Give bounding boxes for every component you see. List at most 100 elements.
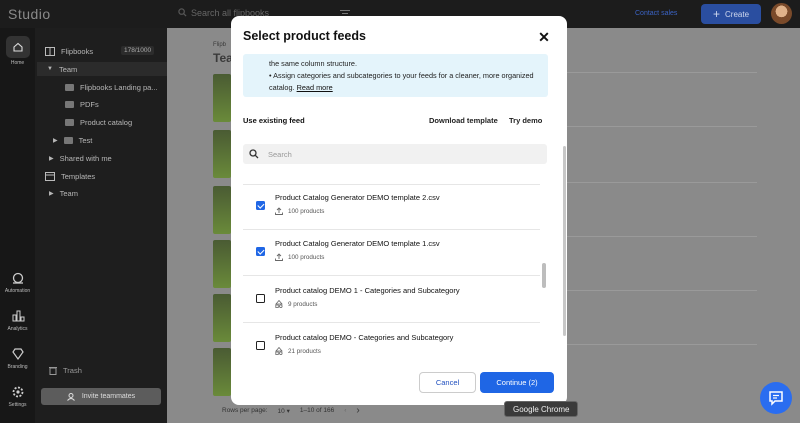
folder-icon xyxy=(65,118,74,126)
info-text: catalog. xyxy=(269,83,295,92)
caret-right-icon: ▶ xyxy=(49,155,54,162)
flipbook-thumbnail[interactable] xyxy=(213,348,231,396)
list-item[interactable]: Product catalog DEMO 1 - Categories and … xyxy=(243,279,540,323)
rows-per-page-label: Rows per page: xyxy=(222,407,268,414)
invite-teammates-button[interactable]: Invite teammates xyxy=(41,388,161,405)
trash-icon xyxy=(49,367,57,375)
rail-settings-label: Settings xyxy=(8,402,27,408)
feed-checkbox[interactable] xyxy=(256,294,265,303)
page-title: Tea xyxy=(213,51,233,65)
feed-product-count: 100 products xyxy=(288,253,325,261)
list-item[interactable]: Product catalog DEMO - Categories and Su… xyxy=(243,326,540,364)
analytics-icon xyxy=(12,310,24,322)
rail-branding-label: Branding xyxy=(7,364,28,370)
chat-button[interactable] xyxy=(760,382,792,414)
sidebar-item-templates-team[interactable]: ▶ Team xyxy=(49,186,78,200)
feed-checkbox[interactable] xyxy=(256,201,265,210)
tooltip: Google Chrome xyxy=(504,401,579,417)
contact-sales-link[interactable]: Contact sales xyxy=(635,10,677,17)
sidebar-item-templates[interactable]: Templates xyxy=(45,169,95,183)
folder-icon xyxy=(63,136,73,144)
flipbook-thumbnail[interactable] xyxy=(213,294,231,342)
list-item[interactable]: Product Catalog Generator DEMO template … xyxy=(243,232,540,276)
chevron-left-icon[interactable]: ‹ xyxy=(344,407,346,414)
info-text-line: catalog. Read more xyxy=(269,82,540,94)
caret-down-icon: ▼ xyxy=(47,66,53,72)
list-item[interactable]: Product Catalog Generator DEMO template … xyxy=(243,186,540,230)
sidebar-item-flipbooks[interactable]: Flipbooks xyxy=(45,44,93,58)
breadcrumb: Flipb xyxy=(213,42,227,48)
sidebar-item-trash[interactable]: Trash xyxy=(49,366,82,375)
sidebar-templates-label: Templates xyxy=(61,171,96,181)
sidebar-item-team[interactable]: ▼ Team xyxy=(47,62,77,76)
feed-checkbox[interactable] xyxy=(256,247,265,256)
folder-icon xyxy=(65,100,74,108)
sidebar-shared-label: Shared with me xyxy=(59,153,112,163)
close-icon[interactable]: ✕ xyxy=(537,30,551,44)
rail-analytics-label: Analytics xyxy=(7,326,28,332)
try-demo-button[interactable]: Try demo xyxy=(509,116,542,125)
upload-icon xyxy=(275,207,283,215)
feed-meta: 9 products xyxy=(275,300,317,308)
sidebar-folder[interactable]: Flipbooks Landing pa... xyxy=(65,80,158,94)
feed-meta: 100 products xyxy=(275,207,324,215)
feed-list-scrollbar[interactable] xyxy=(542,173,546,364)
row-divider xyxy=(567,182,757,183)
rows-per-page-select[interactable]: 10 ▾ xyxy=(278,407,290,415)
row-divider xyxy=(567,344,757,345)
sidebar-folder[interactable]: Product catalog xyxy=(65,115,132,129)
rail-item-settings[interactable]: Settings xyxy=(0,384,35,408)
rail-item-automation[interactable]: Automation xyxy=(0,270,35,294)
caret-down-icon: ▾ xyxy=(286,407,290,415)
users-icon xyxy=(66,392,75,401)
read-more-link[interactable]: Read more xyxy=(297,83,333,92)
download-template-button[interactable]: Download template xyxy=(429,116,498,125)
sidebar-item-shared[interactable]: ▶ Shared with me xyxy=(49,151,112,165)
info-text-line: the same column structure. xyxy=(269,59,358,68)
feed-product-count: 9 products xyxy=(288,300,318,308)
rail-item-analytics[interactable]: Analytics xyxy=(0,308,35,332)
row-divider xyxy=(567,126,757,127)
folder-icon xyxy=(65,83,74,91)
flipbook-thumbnail[interactable] xyxy=(213,240,231,288)
page-range: 1–10 of 166 xyxy=(299,407,335,414)
feed-name: Product catalog DEMO - Categories and Su… xyxy=(275,333,454,342)
plus-icon: + xyxy=(712,7,720,21)
modal-scrollbar[interactable] xyxy=(563,146,566,336)
sidebar-templates-team-label: Team xyxy=(59,188,78,198)
flipbook-thumbnail[interactable] xyxy=(213,130,231,178)
chevron-right-icon[interactable]: › xyxy=(356,405,359,416)
logo-text: Studio xyxy=(8,6,51,22)
sidebar-folder[interactable]: ▶ Test xyxy=(53,133,92,147)
rail-item-home[interactable]: Home xyxy=(0,36,35,66)
sidebar-folder[interactable]: PDFs xyxy=(65,97,99,111)
feed-product-count: 100 products xyxy=(288,207,325,215)
sidebar: Flipbooks 178/1000 ▼ Team Flipbooks Land… xyxy=(35,28,167,423)
flipbook-thumbnail[interactable] xyxy=(213,186,231,234)
folder-label: Product catalog xyxy=(80,117,133,127)
flipbook-thumbnail[interactable] xyxy=(213,74,231,122)
app-logo[interactable]: Studio xyxy=(8,6,51,22)
shapes-icon xyxy=(275,300,283,308)
left-rail: Home Automation Analytics Branding Setti… xyxy=(0,28,35,423)
continue-button[interactable]: Continue (2) xyxy=(480,372,554,393)
create-button[interactable]: + Create xyxy=(701,4,761,24)
pagination: Rows per page: 10 ▾ 1–10 of 166 ‹ › xyxy=(222,405,360,416)
create-button-label: Create xyxy=(725,9,750,19)
search-icon xyxy=(178,8,187,17)
search-icon xyxy=(249,149,259,159)
folder-label: Flipbooks Landing pa... xyxy=(80,82,158,92)
cancel-button[interactable]: Cancel xyxy=(419,372,476,393)
rail-item-branding[interactable]: Branding xyxy=(0,346,35,370)
flipbooks-count-badge: 178/1000 xyxy=(121,46,155,55)
scrollbar-thumb[interactable] xyxy=(542,263,546,288)
avatar[interactable] xyxy=(771,3,792,24)
list-item-partial xyxy=(243,173,540,185)
feed-checkbox[interactable] xyxy=(256,341,265,350)
feed-search-input[interactable] xyxy=(268,149,518,159)
feed-search[interactable] xyxy=(243,144,547,164)
template-icon xyxy=(45,171,55,181)
folder-label: PDFs xyxy=(80,99,99,109)
feed-meta: 100 products xyxy=(275,253,324,261)
rows-per-page-value: 10 xyxy=(277,407,285,415)
